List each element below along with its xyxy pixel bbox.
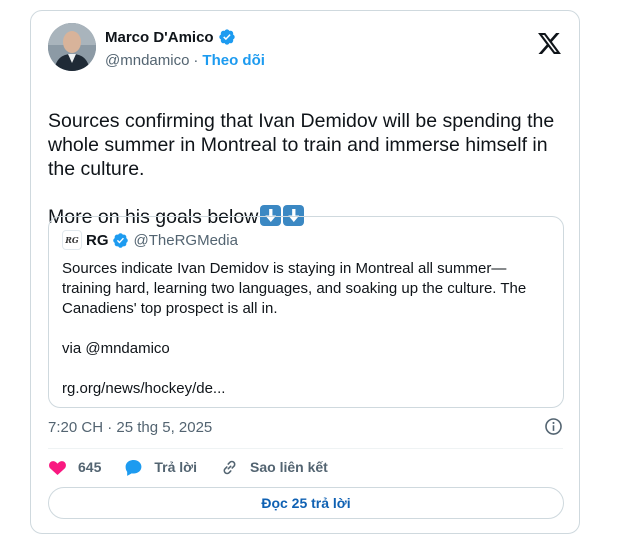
read-replies-button[interactable]: Đọc 25 trả lời	[48, 487, 564, 519]
separator-dot: ·	[193, 52, 199, 69]
verified-badge-icon	[218, 29, 235, 45]
verified-badge-icon	[112, 232, 128, 248]
quoted-author-handle: @TheRGMedia	[133, 231, 238, 249]
copy-link-button[interactable]: Sao liên kết	[220, 458, 328, 477]
follow-button[interactable]: Theo dõi	[202, 52, 265, 69]
tweet-header: Marco D'Amico @mndamico · Theo dõi	[48, 23, 563, 73]
copy-link-label: Sao liên kết	[250, 459, 328, 475]
quoted-tweet-text: Sources indicate Ivan Demidov is staying…	[62, 260, 527, 397]
tweet-text: Sources confirming that Ivan Demidov wil…	[48, 85, 558, 229]
like-button[interactable]: 645	[48, 458, 101, 477]
quoted-author-avatar: RG	[62, 230, 82, 250]
link-icon	[223, 460, 236, 474]
like-count: 645	[78, 459, 102, 475]
author-name[interactable]: Marco D'Amico	[105, 29, 214, 46]
info-icon[interactable]	[544, 417, 563, 436]
tweet-timestamp[interactable]: 7:20 CH · 25 thg 5, 2025	[48, 419, 212, 436]
author-handle-row: @mndamico · Theo dõi	[105, 52, 265, 69]
author-name-row: Marco D'Amico	[105, 28, 236, 46]
quoted-tweet-header: RG RG @TheRGMedia	[62, 230, 238, 250]
reply-label: Trả lời	[154, 459, 197, 475]
reply-bubble-icon	[125, 459, 142, 476]
x-logo-icon[interactable]	[538, 33, 561, 54]
divider	[48, 448, 563, 449]
heart-icon	[49, 460, 66, 475]
tweet-text-main: Sources confirming that Ivan Demidov wil…	[48, 110, 555, 180]
author-avatar[interactable]	[48, 23, 96, 71]
author-handle[interactable]: @mndamico	[105, 52, 189, 69]
tweet-card: Marco D'Amico @mndamico · Theo dõi Sourc…	[30, 10, 580, 534]
quoted-author-name: RG	[86, 231, 109, 249]
action-bar: 645 Trả lời Sao liên kết	[48, 457, 351, 477]
reply-button[interactable]: Trả lời	[124, 458, 197, 477]
quoted-tweet[interactable]: RG RG @TheRGMedia Sources indicate Ivan …	[48, 216, 564, 408]
